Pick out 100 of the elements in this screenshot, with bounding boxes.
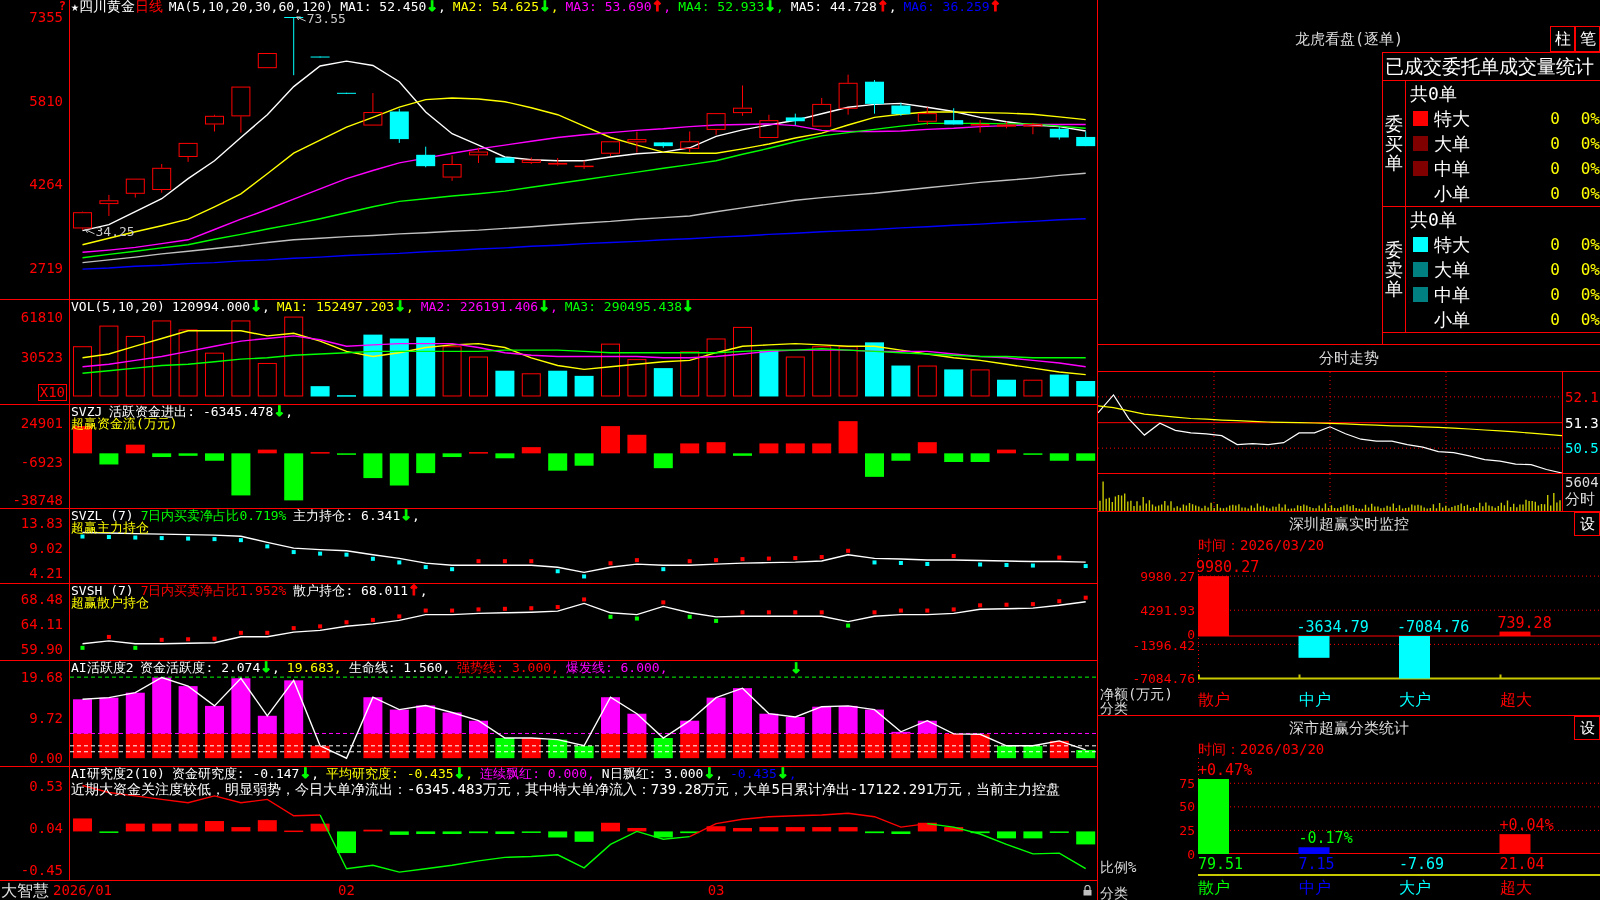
- candlestick: [944, 107, 964, 125]
- candlestick: [495, 157, 515, 164]
- point-marker: [925, 562, 930, 566]
- order-size-label: 特大: [1434, 107, 1471, 130]
- axis-tick-label: 50: [1179, 801, 1195, 813]
- fund-flow-bar: [944, 453, 964, 462]
- point-marker: [687, 614, 692, 619]
- indicator-reading: MA6: 36.259: [903, 0, 990, 13]
- volume-bar: [997, 379, 1016, 397]
- activity-bar: [601, 697, 620, 734]
- indicator-reading: 7日内买卖净占比1.952%: [140, 584, 287, 597]
- point-marker: [740, 610, 745, 615]
- group-label: 委买单: [1385, 113, 1403, 174]
- volume-bar: [205, 352, 224, 397]
- view-toggle-button[interactable]: 笔: [1575, 26, 1600, 52]
- point-marker: [872, 560, 877, 565]
- candlestick: [442, 154, 462, 182]
- order-share: 0%: [1580, 159, 1600, 178]
- volume-bar: [733, 326, 752, 397]
- volume-bar: [706, 338, 726, 397]
- order-count: 0: [1550, 159, 1560, 178]
- order-size-label: 中单: [1434, 283, 1471, 306]
- indicator-reading: MA4: 52.933: [678, 0, 765, 13]
- view-toggle-button[interactable]: 柱: [1550, 26, 1575, 52]
- research-bar: [257, 820, 277, 832]
- indicator-reading: 平均研究度: -0.435: [326, 767, 454, 780]
- axis-tick-label: 13.83: [20, 515, 63, 532]
- net-amount-bar: [1499, 631, 1531, 636]
- bar-value-label: -3634.79: [1296, 619, 1369, 635]
- order-count: 0: [1550, 134, 1560, 153]
- fund-flow-bar: [495, 453, 515, 459]
- research-bar: [495, 831, 515, 834]
- candlestick: [733, 85, 752, 117]
- fund-flow-bar: [257, 449, 277, 454]
- fund-flow-bar: [865, 453, 884, 477]
- category-label: 散户: [1198, 690, 1230, 709]
- point-marker: [819, 610, 824, 615]
- point-marker: [846, 623, 851, 628]
- fund-flow-bar: [99, 453, 119, 465]
- trend-arrow: ↓,: [400, 509, 420, 522]
- point-marker: [344, 552, 349, 557]
- settings-button[interactable]: 设: [1574, 512, 1600, 536]
- fund-flow-bar: [838, 421, 858, 454]
- trend-arrow: ↑,: [876, 0, 897, 13]
- point-marker: [740, 557, 745, 562]
- axis-tick-label: 0.00: [29, 750, 63, 766]
- trend-arrow: ↓,: [538, 300, 558, 313]
- indicator-subtitle: 超赢散户持仓: [71, 597, 149, 609]
- order-share: 0%: [1580, 184, 1600, 203]
- axis-tick-label: 25: [1179, 824, 1195, 836]
- indicator-reading: MA2: 226191.406: [420, 300, 539, 313]
- point-marker: [502, 559, 507, 564]
- activity-bar: [521, 738, 541, 759]
- axis-title: 净额(万元): [1100, 687, 1174, 701]
- help-mark[interactable]: ?: [58, 0, 66, 12]
- candlestick: [759, 114, 779, 139]
- research-bar: [231, 827, 251, 832]
- research-bar: [73, 818, 92, 832]
- fund-flow-bar: [785, 443, 805, 454]
- volume-bar: [838, 346, 858, 397]
- point-marker: [370, 617, 375, 622]
- trend-arrow: ↑,: [651, 0, 672, 13]
- research-bar: [838, 827, 858, 832]
- axis-tick-label: 52.1: [1565, 388, 1599, 405]
- trend-arrow: ↓,: [250, 300, 270, 313]
- volume-bar: [469, 356, 488, 397]
- point-marker: [106, 535, 111, 540]
- fund-flow-bar: [389, 453, 409, 486]
- research-bar: [733, 827, 752, 832]
- settings-button[interactable]: 设: [1574, 716, 1600, 740]
- indicator-reading: 散户持仓: 68.011: [293, 584, 409, 597]
- point-marker: [133, 645, 138, 650]
- research-bar: [205, 821, 224, 832]
- axis-tick-label: -38748: [12, 492, 63, 508]
- indicator-reading: MA3: 53.690: [565, 0, 652, 13]
- trend-arrow: ↓,: [764, 0, 784, 13]
- activity-bar: [970, 734, 990, 759]
- fund-flow-bar: [574, 453, 594, 466]
- order-share: 0%: [1580, 235, 1600, 254]
- point-marker: [212, 636, 217, 641]
- research-bar: [944, 827, 964, 832]
- research-bar: [416, 831, 436, 834]
- point-marker: [634, 616, 639, 621]
- point-marker: [793, 556, 798, 561]
- candlestick: [706, 112, 726, 136]
- fund-flow-bar: [733, 453, 752, 456]
- bar-value-label: 7.15: [1298, 856, 1335, 872]
- volume-bar: [812, 346, 832, 397]
- order-share: 0%: [1580, 109, 1600, 128]
- research-bar: [653, 831, 673, 838]
- category-label: 中户: [1298, 690, 1331, 709]
- indicator-title: AI研究度2(10): [71, 767, 165, 780]
- volume-bar: [601, 343, 620, 397]
- axis-tick-label: 75: [1179, 777, 1195, 789]
- axis-tick-label: 0.04: [29, 819, 63, 836]
- activity-bar: [759, 713, 779, 734]
- point-marker: [476, 607, 481, 612]
- point-marker: [608, 561, 613, 566]
- axis-tick-label: 2719: [29, 260, 63, 276]
- point-marker: [212, 537, 217, 542]
